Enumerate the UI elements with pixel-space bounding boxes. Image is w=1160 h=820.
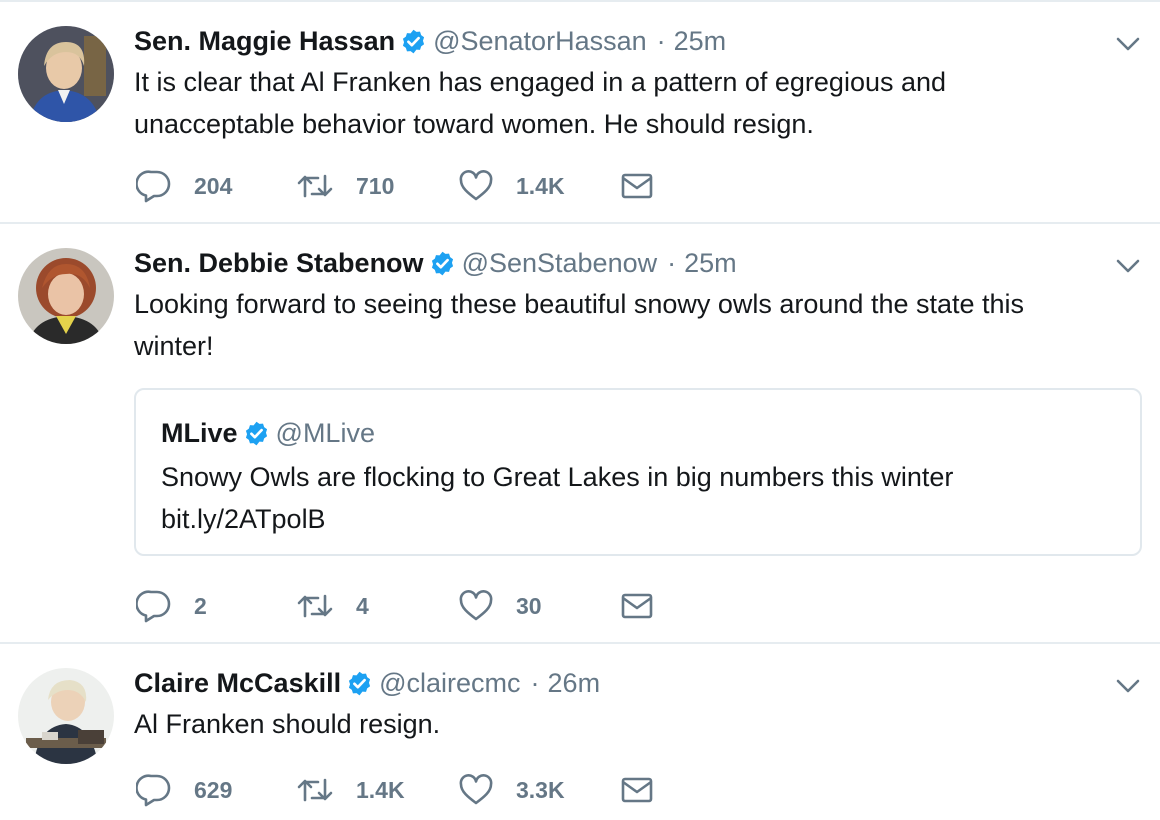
direct-message-button[interactable] (620, 588, 654, 624)
author-handle[interactable]: @SenStabenow (462, 246, 658, 280)
tweet-text: It is clear that Al Franken has engaged … (134, 67, 947, 139)
retweet-icon (297, 594, 333, 618)
separator-dot: · (656, 26, 666, 56)
like-button[interactable]: 30 (458, 588, 542, 624)
timestamp[interactable]: 26m (548, 666, 601, 700)
envelope-icon (621, 593, 653, 619)
tweet[interactable]: Sen. Debbie Stabenow @SenStabenow · 25m … (0, 224, 1160, 644)
author-name[interactable]: Sen. Maggie Hassan (134, 24, 395, 58)
quoted-tweet-header: MLive @MLive (161, 416, 375, 450)
timestamp[interactable]: 25m (674, 24, 727, 58)
reply-count: 629 (194, 776, 233, 803)
timeline: Sen. Maggie Hassan @SenatorHassan · 25m … (0, 0, 1160, 820)
like-count: 3.3K (516, 776, 565, 803)
reply-button[interactable]: 629 (136, 772, 232, 808)
retweet-button[interactable]: 1.4K (296, 772, 405, 808)
quoted-tweet-text: Snowy Owls are flocking to Great Lakes i… (161, 462, 954, 534)
avatar[interactable] (18, 26, 114, 122)
like-count: 30 (516, 592, 542, 619)
tweet-header: Sen. Maggie Hassan @SenatorHassan · 25m (134, 24, 726, 58)
author-name[interactable]: Sen. Debbie Stabenow (134, 246, 424, 280)
avatar[interactable] (18, 668, 114, 764)
separator-dot: · (667, 248, 677, 278)
author-handle[interactable]: @SenatorHassan (433, 24, 647, 58)
author-handle[interactable]: @clairecmc (379, 666, 520, 700)
heart-icon (459, 170, 493, 201)
chevron-down-icon[interactable] (1114, 672, 1142, 700)
retweet-count: 4 (356, 592, 369, 619)
verified-badge-icon (243, 420, 270, 447)
tweet-header: Sen. Debbie Stabenow @SenStabenow · 25m (134, 246, 737, 280)
direct-message-button[interactable] (620, 168, 654, 204)
author-name[interactable]: Claire McCaskill (134, 666, 341, 700)
quoted-tweet[interactable]: MLive @MLive Snowy Owls are flocking to … (134, 388, 1142, 556)
tweet[interactable]: Claire McCaskill @clairecmc · 26m Al Fra… (0, 644, 1160, 820)
quoted-author-name[interactable]: MLive (161, 416, 238, 450)
verified-badge-icon (346, 670, 373, 697)
like-button[interactable]: 3.3K (458, 772, 565, 808)
reply-count: 204 (194, 172, 233, 199)
quoted-author-handle[interactable]: @MLive (276, 416, 375, 450)
retweet-count: 710 (356, 172, 395, 199)
reply-icon (136, 590, 171, 623)
chevron-down-icon[interactable] (1114, 252, 1142, 280)
reply-count: 2 (194, 592, 207, 619)
tweet-header: Claire McCaskill @clairecmc · 26m (134, 666, 600, 700)
verified-badge-icon (400, 28, 427, 55)
separator-dot: · (530, 668, 540, 698)
timestamp[interactable]: 25m (684, 246, 737, 280)
avatar[interactable] (18, 248, 114, 344)
direct-message-button[interactable] (620, 772, 654, 808)
heart-icon (459, 774, 493, 805)
envelope-icon (621, 777, 653, 803)
reply-button[interactable]: 204 (136, 168, 232, 204)
heart-icon (459, 590, 493, 621)
reply-button[interactable]: 2 (136, 588, 207, 624)
like-count: 1.4K (516, 172, 565, 199)
verified-badge-icon (429, 250, 456, 277)
tweet-text: Al Franken should resign. (134, 709, 441, 739)
reply-icon (136, 774, 171, 807)
tweet-text: Looking forward to seeing these beautifu… (134, 289, 1025, 361)
retweet-button[interactable]: 4 (296, 588, 369, 624)
retweet-icon (297, 778, 333, 802)
retweet-button[interactable]: 710 (296, 168, 394, 204)
chevron-down-icon[interactable] (1114, 30, 1142, 58)
retweet-count: 1.4K (356, 776, 405, 803)
reply-icon (136, 170, 171, 203)
tweet[interactable]: Sen. Maggie Hassan @SenatorHassan · 25m … (0, 2, 1160, 224)
envelope-icon (621, 173, 653, 199)
like-button[interactable]: 1.4K (458, 168, 565, 204)
retweet-icon (297, 174, 333, 198)
